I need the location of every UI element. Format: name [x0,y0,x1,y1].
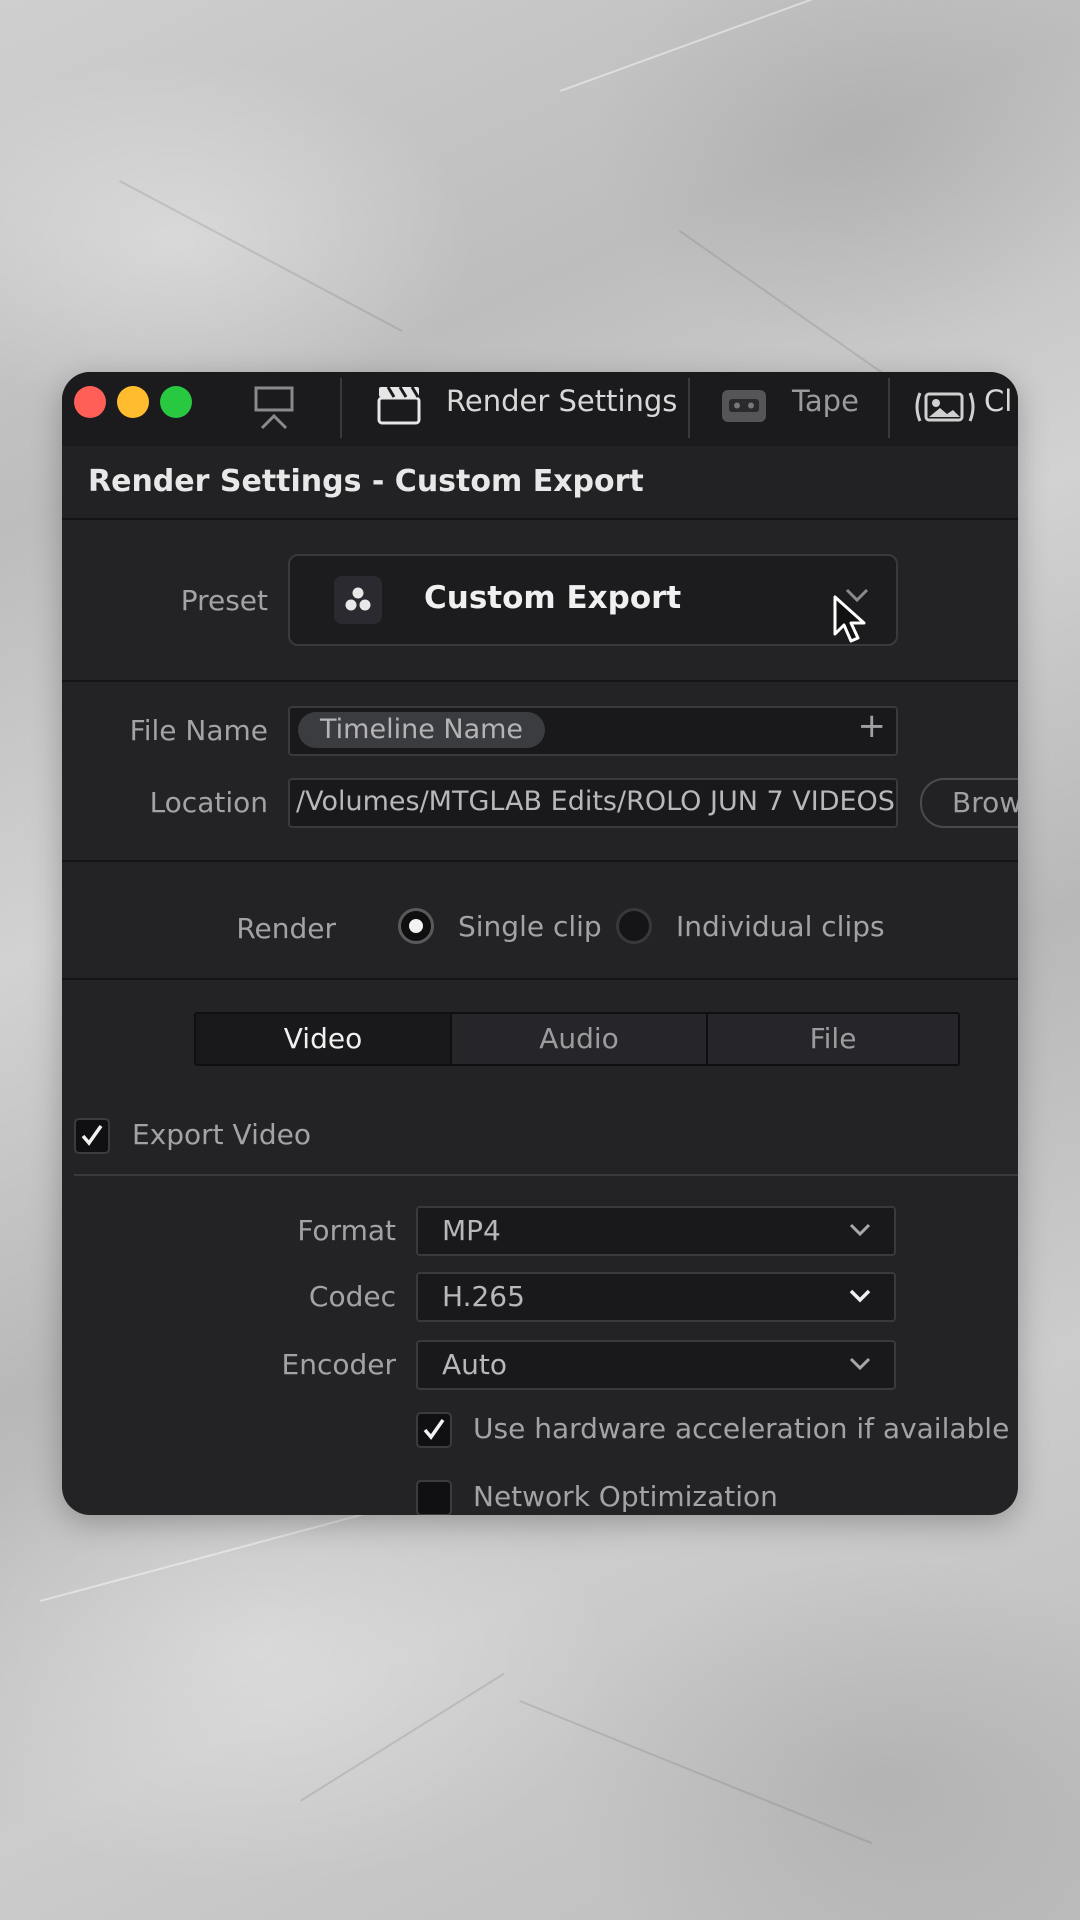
single-clip-label[interactable]: Single clip [458,910,602,943]
paper-crease [678,230,893,381]
section-divider [62,978,1018,980]
paper-crease [40,1506,389,1602]
preset-label: Preset [180,584,268,617]
add-token-button[interactable]: + [858,708,887,746]
toolbar-divider [888,378,890,438]
section-divider [74,1174,1018,1176]
timeline-name-chip[interactable]: Timeline Name [298,712,546,748]
file-name-field[interactable]: Timeline Name + [288,706,898,756]
preset-dropdown[interactable]: Custom Export [288,554,898,646]
paper-crease [560,0,824,92]
paper-crease [519,1700,873,1845]
browse-label: Browse [952,786,1018,819]
render-settings-window: Render Settings Tape Cl Render Settings … [62,372,1018,1515]
tab-file[interactable]: File [708,1014,958,1064]
tab-audio[interactable]: Audio [452,1014,706,1064]
title-bar: Render Settings Tape Cl [62,372,1018,448]
chevron-down-icon [848,1356,872,1376]
codec-label: Codec [308,1280,396,1313]
checkmark-icon [81,1124,103,1146]
export-video-label[interactable]: Export Video [132,1118,311,1151]
tape-icon[interactable] [720,388,768,428]
clapperboard-icon[interactable] [376,382,422,430]
encoder-value: Auto [442,1348,508,1381]
location-field[interactable]: /Volumes/MTGLAB Edits/ROLO JUN 7 VIDEOS [288,778,898,828]
location-label: Location [149,786,268,819]
network-optimization-label[interactable]: Network Optimization [473,1480,778,1513]
clip-icon[interactable] [912,390,978,428]
zoom-window-button[interactable] [160,386,192,418]
format-select[interactable]: MP4 [416,1206,896,1256]
toolbar-divider [688,378,690,438]
paper-crease [300,1672,505,1802]
render-label: Render [236,912,336,945]
individual-clips-radio[interactable] [616,908,652,944]
tab-video[interactable]: Video [196,1014,450,1064]
chevron-down-icon [848,1222,872,1242]
tab-tape[interactable]: Tape [792,384,859,418]
tab-render-settings[interactable]: Render Settings [446,384,677,418]
network-optimization-checkbox[interactable] [416,1480,452,1515]
format-value: MP4 [442,1214,501,1247]
hw-accel-label[interactable]: Use hardware acceleration if available [473,1412,1009,1445]
chevron-down-icon [848,1288,872,1308]
presentation-icon[interactable] [252,384,296,436]
toolbar-divider [340,378,342,438]
minimize-window-button[interactable] [117,386,149,418]
preset-value: Custom Export [424,580,682,616]
mouse-cursor-icon [832,594,868,648]
file-name-label: File Name [129,714,268,747]
section-divider [62,680,1018,682]
hw-accel-checkbox[interactable] [416,1412,452,1448]
browse-button[interactable]: Browse [920,778,1018,828]
paper-crease [119,180,403,332]
individual-clips-label[interactable]: Individual clips [676,910,885,943]
location-value: /Volumes/MTGLAB Edits/ROLO JUN 7 VIDEOS [296,786,895,817]
panel-title: Render Settings - Custom Export [88,464,644,499]
close-window-button[interactable] [74,386,106,418]
encoder-label: Encoder [281,1348,396,1381]
resolve-logo-icon [334,576,382,624]
export-video-checkbox[interactable] [74,1118,110,1154]
settings-tabs: Video Audio File [194,1012,960,1066]
format-label: Format [297,1214,396,1247]
tab-clip[interactable]: Cl [984,384,1012,418]
checkmark-icon [423,1418,445,1440]
codec-value: H.265 [442,1280,525,1313]
encoder-select[interactable]: Auto [416,1340,896,1390]
single-clip-radio[interactable] [398,908,434,944]
section-divider [62,860,1018,862]
panel-header: Render Settings - Custom Export [62,446,1018,520]
codec-select[interactable]: H.265 [416,1272,896,1322]
